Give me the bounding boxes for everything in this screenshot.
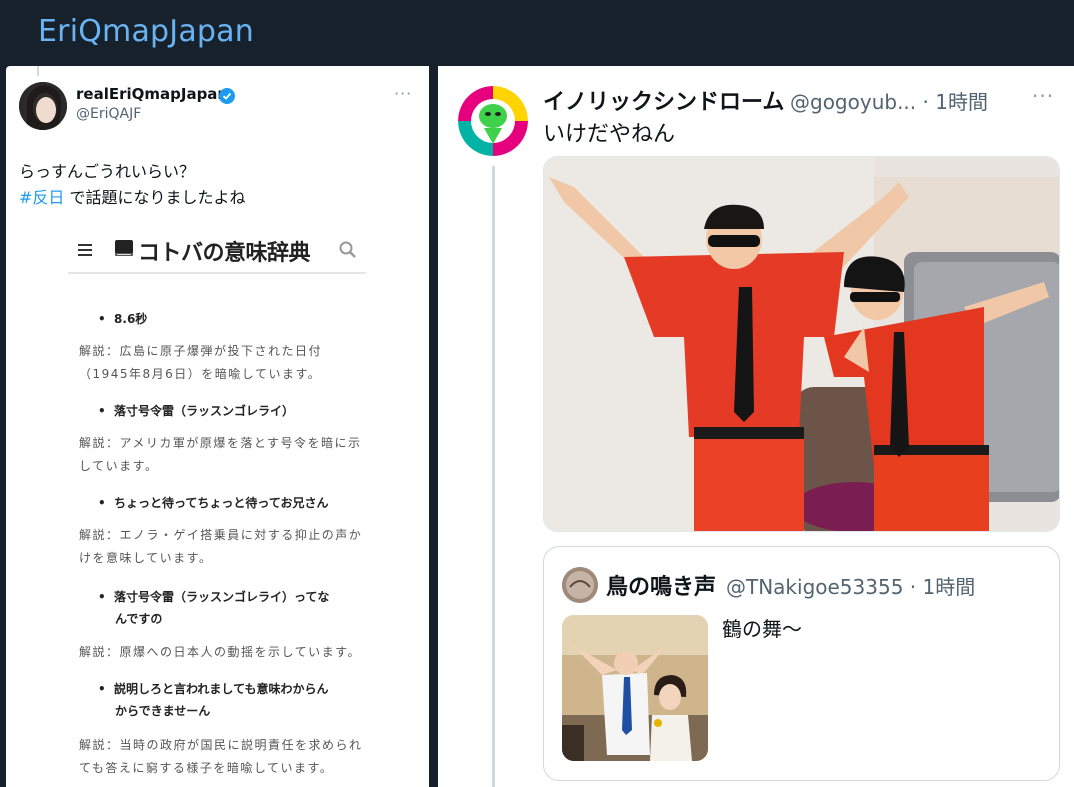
hashtag-link[interactable]: #反日 — [19, 188, 64, 207]
more-options-icon[interactable]: ··· — [1032, 84, 1054, 108]
avatar[interactable] — [19, 82, 67, 130]
left-tweet-card: realEriQmapJapan @EriQAJF ··· らっすんごうれいらい… — [6, 66, 429, 787]
avatar[interactable] — [562, 567, 598, 603]
menu-icon — [78, 244, 92, 256]
thread-line — [37, 66, 39, 76]
dictionary-explanation: 解説：当時の政府が国民に説明責任を求められ ても答えに窮する様子を暗喩しています。 — [79, 738, 363, 775]
dictionary-explanation: 解説：アメリカ軍が原爆を落とす号令を暗に示 しています。 — [79, 436, 362, 473]
tweet-text: いけだやねん — [543, 122, 676, 147]
quoted-author-handle[interactable]: @TNakigoe53355 · 1時間 — [726, 571, 975, 600]
dictionary-title: コトバの意味辞典 — [138, 241, 311, 266]
author-name[interactable]: realEriQmapJapan — [76, 85, 228, 103]
verified-icon — [219, 88, 235, 104]
dictionary-term: • ちょっと待ってちょっと待ってお兄さん — [98, 496, 329, 510]
quoted-photo[interactable] — [562, 615, 708, 761]
tweet-text-rest: で話題になりましたよね — [64, 188, 246, 207]
quoted-tweet[interactable]: 鳥の鳴き声 @TNakigoe53355 · 1時間 鶴の舞〜 — [543, 546, 1060, 781]
dictionary-term: • 落寸号令雷（ラッスンゴレライ）ってな んですの — [98, 590, 330, 626]
tweet-text-line: #反日 で話題になりましたよね — [19, 184, 246, 208]
tweet-photo[interactable] — [543, 156, 1060, 532]
author-handle[interactable]: @EriQAJF — [76, 106, 141, 122]
thread-line — [492, 166, 495, 787]
tweet-text-line: らっすんごうれいらい？ — [19, 162, 196, 181]
author-name[interactable]: イノリックシンドローム — [543, 84, 784, 116]
channel-title[interactable]: EriQmapJapan — [38, 14, 254, 49]
dictionary-explanation: 解説：原爆への日本人の動揺を示しています。 — [79, 645, 361, 659]
quoted-author-name[interactable]: 鳥の鳴き声 — [606, 569, 716, 601]
book-icon — [115, 240, 133, 256]
dictionary-term: • 説明しろと言われましても意味わからん からできませーん — [98, 682, 329, 718]
dictionary-explanation: 解説：広島に原子爆弾が投下された日付 （1945年8月6日）を暗喩しています。 — [79, 344, 323, 381]
more-options-icon[interactable]: ··· — [394, 84, 412, 103]
dictionary-explanation: 解説：エノラ・ゲイ搭乗員に対する抑止の声か けを意味しています。 — [79, 528, 363, 565]
search-icon — [339, 241, 356, 258]
channel-header: EriQmapJapan — [0, 0, 1074, 66]
dictionary-term: • 落寸号令雷（ラッスンゴレライ） — [98, 404, 295, 418]
avatar[interactable] — [458, 86, 528, 156]
dictionary-term: • 8.6秒 — [98, 312, 148, 326]
dictionary-header: コトバの意味辞典 — [68, 224, 366, 274]
author-handle[interactable]: @gogoyub... · 1時間 — [790, 86, 988, 115]
quoted-tweet-text: 鶴の舞〜 — [722, 617, 802, 641]
right-tweet-card: イノリックシンドローム @gogoyub... · 1時間 ··· いけだやねん — [438, 66, 1074, 787]
